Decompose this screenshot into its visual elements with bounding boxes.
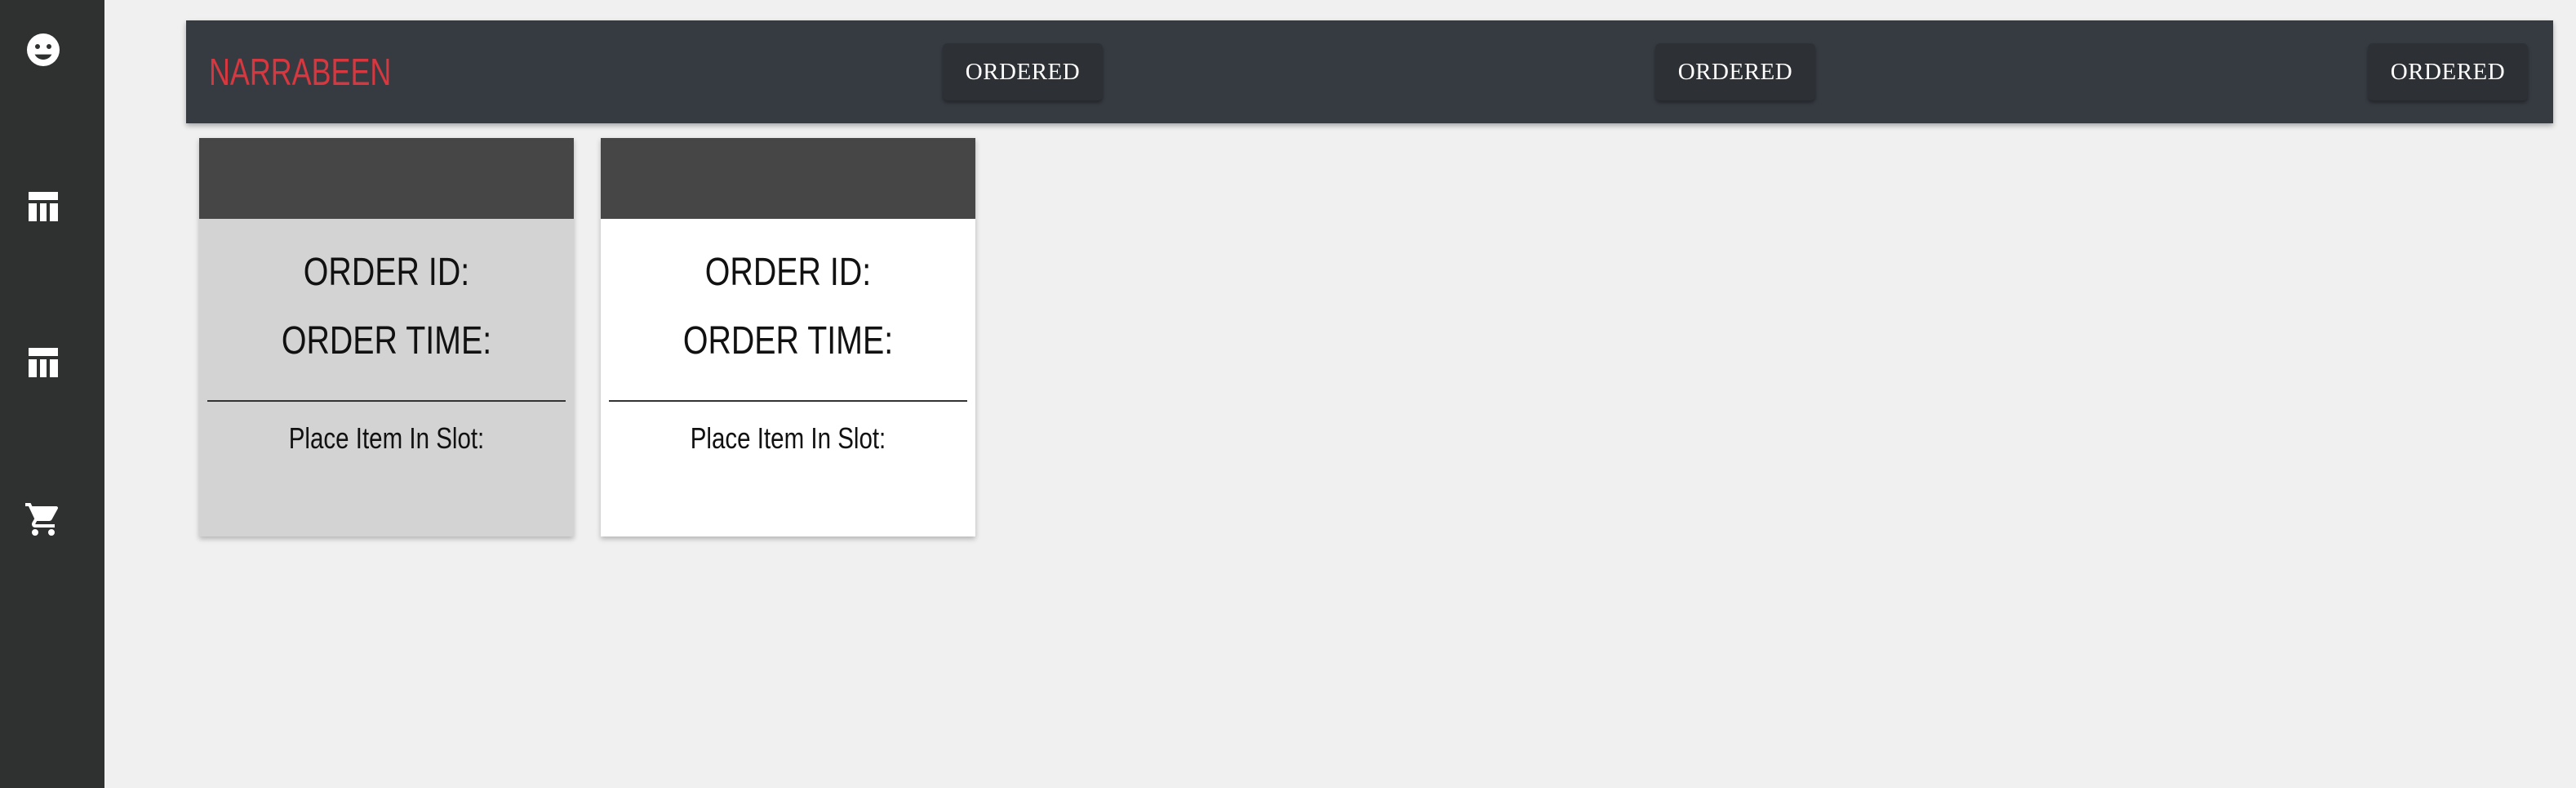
cart-icon bbox=[25, 503, 59, 536]
order-card-header bbox=[601, 138, 975, 219]
sidebar-item-cart[interactable] bbox=[18, 494, 69, 545]
sidebar-item-table-1[interactable] bbox=[18, 181, 69, 232]
order-card[interactable]: ORDER ID: ORDER TIME: Place Item In Slot… bbox=[199, 138, 574, 536]
table-icon bbox=[29, 348, 58, 377]
divider bbox=[609, 400, 967, 402]
order-id-label: ORDER ID: bbox=[704, 251, 872, 294]
status-button-ordered-1[interactable]: ORDERED bbox=[943, 43, 1103, 100]
tag-face-icon bbox=[27, 33, 60, 66]
order-card-body: ORDER ID: ORDER TIME: Place Item In Slot… bbox=[601, 219, 975, 536]
order-card-body: ORDER ID: ORDER TIME: Place Item In Slot… bbox=[199, 219, 574, 536]
order-id-label: ORDER ID: bbox=[303, 251, 470, 294]
slot-label: Place Item In Slot: bbox=[690, 421, 886, 455]
table-icon bbox=[29, 192, 58, 221]
sidebar-item-table-2[interactable] bbox=[18, 337, 69, 388]
order-time-label: ORDER TIME: bbox=[682, 319, 894, 363]
top-bar: NARRABEEN ORDERED ORDERED ORDERED bbox=[186, 20, 2553, 123]
sidebar bbox=[0, 0, 104, 788]
slot-label: Place Item In Slot: bbox=[288, 421, 485, 455]
order-card-header bbox=[199, 138, 574, 219]
status-button-ordered-3[interactable]: ORDERED bbox=[2368, 43, 2528, 100]
sidebar-item-home[interactable] bbox=[18, 24, 69, 75]
order-time-label: ORDER TIME: bbox=[281, 319, 492, 363]
divider bbox=[207, 400, 566, 402]
order-card[interactable]: ORDER ID: ORDER TIME: Place Item In Slot… bbox=[601, 138, 975, 536]
brand-title: NARRABEEN bbox=[209, 51, 392, 93]
status-button-ordered-2[interactable]: ORDERED bbox=[1655, 43, 1815, 100]
